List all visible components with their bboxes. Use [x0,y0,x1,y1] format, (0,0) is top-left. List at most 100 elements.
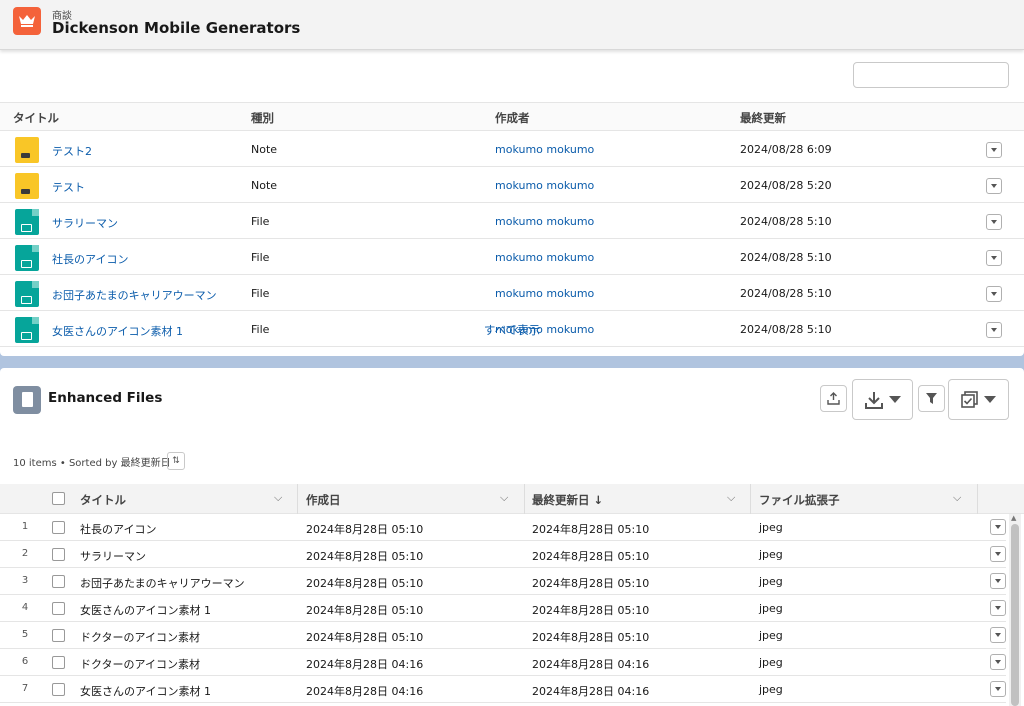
created-date: 2024年8月28日 04:16 [306,658,424,671]
column-divider[interactable] [297,484,298,514]
row-checkbox[interactable] [52,629,65,642]
modified-date: 2024/08/28 6:09 [740,143,832,156]
files-icon [13,386,41,414]
view-all-link[interactable]: すべて表示 [0,322,1024,338]
row-checkbox[interactable] [52,683,65,696]
file-extension: jpeg [759,602,783,615]
row-checkbox[interactable] [52,575,65,588]
file-title[interactable]: 社長のアイコン [80,521,156,537]
owner-link[interactable]: mokumo mokumo [495,287,594,300]
file-title[interactable]: お団子あたまのキャリアウーマン [80,575,245,591]
row-actions-button[interactable] [986,250,1002,266]
row-actions-button[interactable] [986,178,1002,194]
modified-date: 2024年8月28日 05:10 [532,550,650,563]
chevron-down-icon [888,396,901,403]
col-type: 種別 [251,111,274,125]
download-button[interactable] [852,379,913,420]
created-date: 2024年8月28日 05:10 [306,604,424,617]
file-title[interactable]: 女医さんのアイコン素材 1 [80,683,211,699]
row-number: 6 [21,656,29,667]
created-date: 2024年8月28日 05:10 [306,550,424,563]
row-actions-button[interactable] [986,286,1002,302]
upload-button[interactable] [820,385,847,412]
chevron-down-icon[interactable]: ⌵ [274,491,282,505]
row-actions-button[interactable] [990,600,1006,616]
row-actions-button[interactable] [986,214,1002,230]
row-actions-button[interactable] [986,142,1002,158]
table-row: 4 女医さんのアイコン素材 1 2024年8月28日 05:10 2024年8月28日… [0,595,1006,622]
table-row: 3 お団子あたまのキャリアウーマン 2024年8月28日 05:10 2024年8月2… [0,568,1006,595]
modified-date: 2024年8月28日 05:10 [532,523,650,536]
record-title: Dickenson Mobile Generators [52,19,301,37]
col-header-created[interactable]: 作成日 [306,492,341,508]
owner-link[interactable]: mokumo mokumo [495,143,594,156]
upload-icon [827,392,840,405]
row-actions-button[interactable] [990,546,1006,562]
files-related-list: タイトル 種別 作成者 最終更新 テスト2 Note mokumo mokumo 20… [0,28,1024,356]
row-actions-button[interactable] [990,627,1006,643]
file-title-link[interactable]: サラリーマン [52,215,118,231]
file-type: Note [251,179,278,192]
related-list-action-button[interactable] [853,62,1009,88]
select-all-icon [961,391,978,408]
modified-date: 2024/08/28 5:10 [740,215,832,228]
file-extension: jpeg [759,683,783,696]
filter-button[interactable] [918,385,945,412]
chevron-down-icon[interactable]: ⌵ [500,491,508,505]
bulk-actions-button[interactable] [948,379,1009,420]
chevron-down-icon[interactable]: ⌵ [727,491,735,505]
scroll-thumb[interactable] [1011,524,1019,706]
file-title-link[interactable]: 社長のアイコン [52,251,128,267]
col-modified: 最終更新 [740,111,786,125]
modified-date: 2024年8月28日 05:10 [532,604,650,617]
owner-link[interactable]: mokumo mokumo [495,215,594,228]
table-row: 1 社長のアイコン 2024年8月28日 05:10 2024年8月28日 05:10… [0,514,1006,541]
sort-toggle-button[interactable]: ⇅ [167,452,185,470]
file-title[interactable]: ドクターのアイコン素材 [80,629,200,645]
table-scrollbar[interactable]: ▲ [1009,514,1021,706]
row-number: 3 [21,575,29,586]
image-file-icon [15,281,39,307]
enhanced-table-header: タイトル ⌵ 作成日 ⌵ 最終更新日 ↓ ⌵ ファイル拡張子 ⌵ [0,484,1024,514]
file-title-link[interactable]: テスト [52,179,85,195]
modified-date: 2024/08/28 5:10 [740,251,832,264]
row-checkbox[interactable] [52,548,65,561]
table-row: 社長のアイコン File mokumo mokumo 2024/08/28 5:10 [0,239,1024,275]
row-actions-button[interactable] [990,573,1006,589]
owner-link[interactable]: mokumo mokumo [495,179,594,192]
card-title: Enhanced Files [48,390,163,406]
table-row: 5 ドクターのアイコン素材 2024年8月28日 05:10 2024年8月28日 0… [0,622,1006,649]
col-header-title[interactable]: タイトル [80,492,126,508]
file-title-link[interactable]: お団子あたまのキャリアウーマン [52,287,217,303]
row-actions-button[interactable] [990,654,1006,670]
col-header-extension[interactable]: ファイル拡張子 [759,492,840,508]
file-title-link[interactable]: テスト2 [52,143,92,159]
scroll-up-arrow[interactable]: ▲ [1011,514,1016,522]
file-type: File [251,287,270,300]
file-title[interactable]: サラリーマン [80,548,146,564]
crown-icon [13,7,41,35]
record-header: 商談 Dickenson Mobile Generators [0,0,1024,50]
chevron-down-icon [984,396,996,403]
col-header-modified[interactable]: 最終更新日 ↓ [532,492,603,508]
column-divider[interactable] [750,484,751,514]
row-checkbox[interactable] [52,521,65,534]
table-row: テスト Note mokumo mokumo 2024/08/28 5:20 [0,167,1024,203]
row-actions-button[interactable] [990,681,1006,697]
table-row: お団子あたまのキャリアウーマン File mokumo mokumo 2024/08/… [0,275,1024,311]
column-divider [977,484,978,514]
download-icon [864,391,883,409]
owner-link[interactable]: mokumo mokumo [495,251,594,264]
table-row: 7 女医さんのアイコン素材 1 2024年8月28日 04:16 2024年8月28日… [0,676,1006,703]
select-all-checkbox[interactable] [52,492,65,505]
row-checkbox[interactable] [52,656,65,669]
row-checkbox[interactable] [52,602,65,615]
row-number: 1 [21,521,29,532]
chevron-down-icon[interactable]: ⌵ [953,491,961,505]
file-title[interactable]: 女医さんのアイコン素材 1 [80,602,211,618]
col-title: タイトル [13,111,59,125]
modified-date: 2024/08/28 5:10 [740,287,832,300]
row-actions-button[interactable] [990,519,1006,535]
column-divider[interactable] [524,484,525,514]
file-title[interactable]: ドクターのアイコン素材 [80,656,200,672]
